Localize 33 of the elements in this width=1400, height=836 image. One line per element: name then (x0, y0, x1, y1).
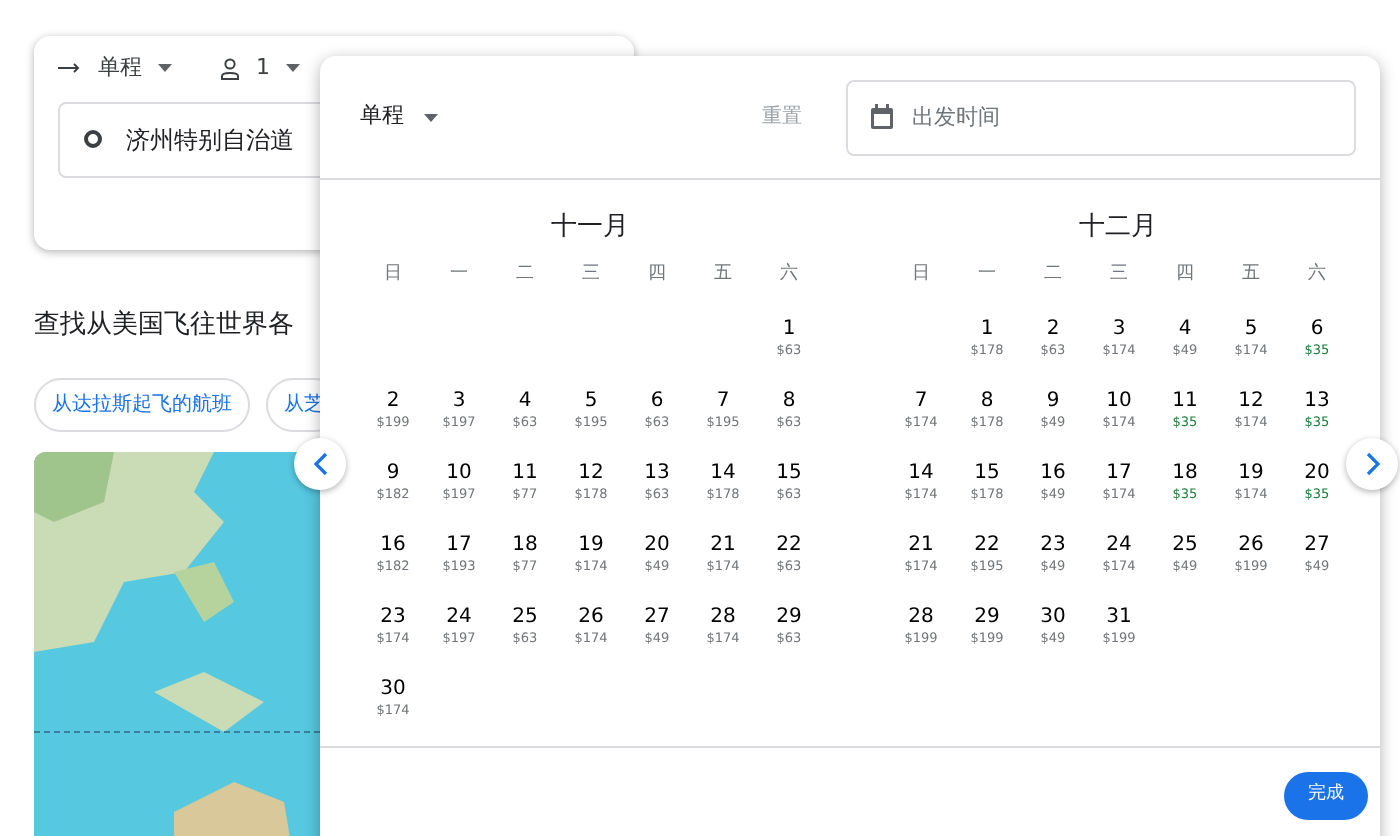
date-field[interactable]: 出发时间 (846, 79, 1356, 155)
weekday-label: 六 (778, 261, 800, 288)
month-title: 十一月 (549, 210, 631, 246)
weekday-label: 一 (448, 262, 470, 288)
caret-icon (158, 64, 172, 73)
weekday-label: 日 (382, 262, 404, 288)
weekday-label: 日 (910, 262, 932, 288)
weekday-label: 六 (1306, 261, 1328, 288)
weekday-label: 二 (1042, 262, 1064, 288)
section-heading: 查找从美国飞往世界各 (34, 308, 294, 344)
weekday-label: 四 (646, 262, 668, 288)
caret-icon (286, 64, 300, 73)
next-button[interactable] (1346, 438, 1398, 490)
weekday-label: 一 (976, 262, 998, 288)
origin-icon (84, 130, 102, 148)
origin-text: 济州特别自治道 (126, 123, 294, 157)
weekday-label: 四 (1174, 262, 1196, 288)
trip-type-dropdown[interactable]: 单程 (58, 52, 172, 85)
passenger-dropdown[interactable]: 1 (220, 52, 300, 85)
weekday-label: 三 (1108, 262, 1130, 288)
month-title: 十二月 (1077, 210, 1159, 246)
weekday-label: 五 (1240, 262, 1262, 288)
caret-icon (424, 113, 438, 121)
weekday-label: 二 (514, 262, 536, 288)
chevron-right-icon (1365, 452, 1379, 476)
arrow-icon (58, 62, 82, 75)
person-icon (220, 57, 240, 80)
weekday-label: 三 (580, 262, 602, 288)
chevron-left-icon (313, 452, 327, 476)
weekday-label: 五 (712, 262, 734, 288)
done-button[interactable]: 完成 (1284, 772, 1368, 819)
filter-chip[interactable]: 从达拉斯起飞的航班 (34, 378, 250, 432)
trip-type-dropdown[interactable]: 单程 (360, 100, 438, 134)
